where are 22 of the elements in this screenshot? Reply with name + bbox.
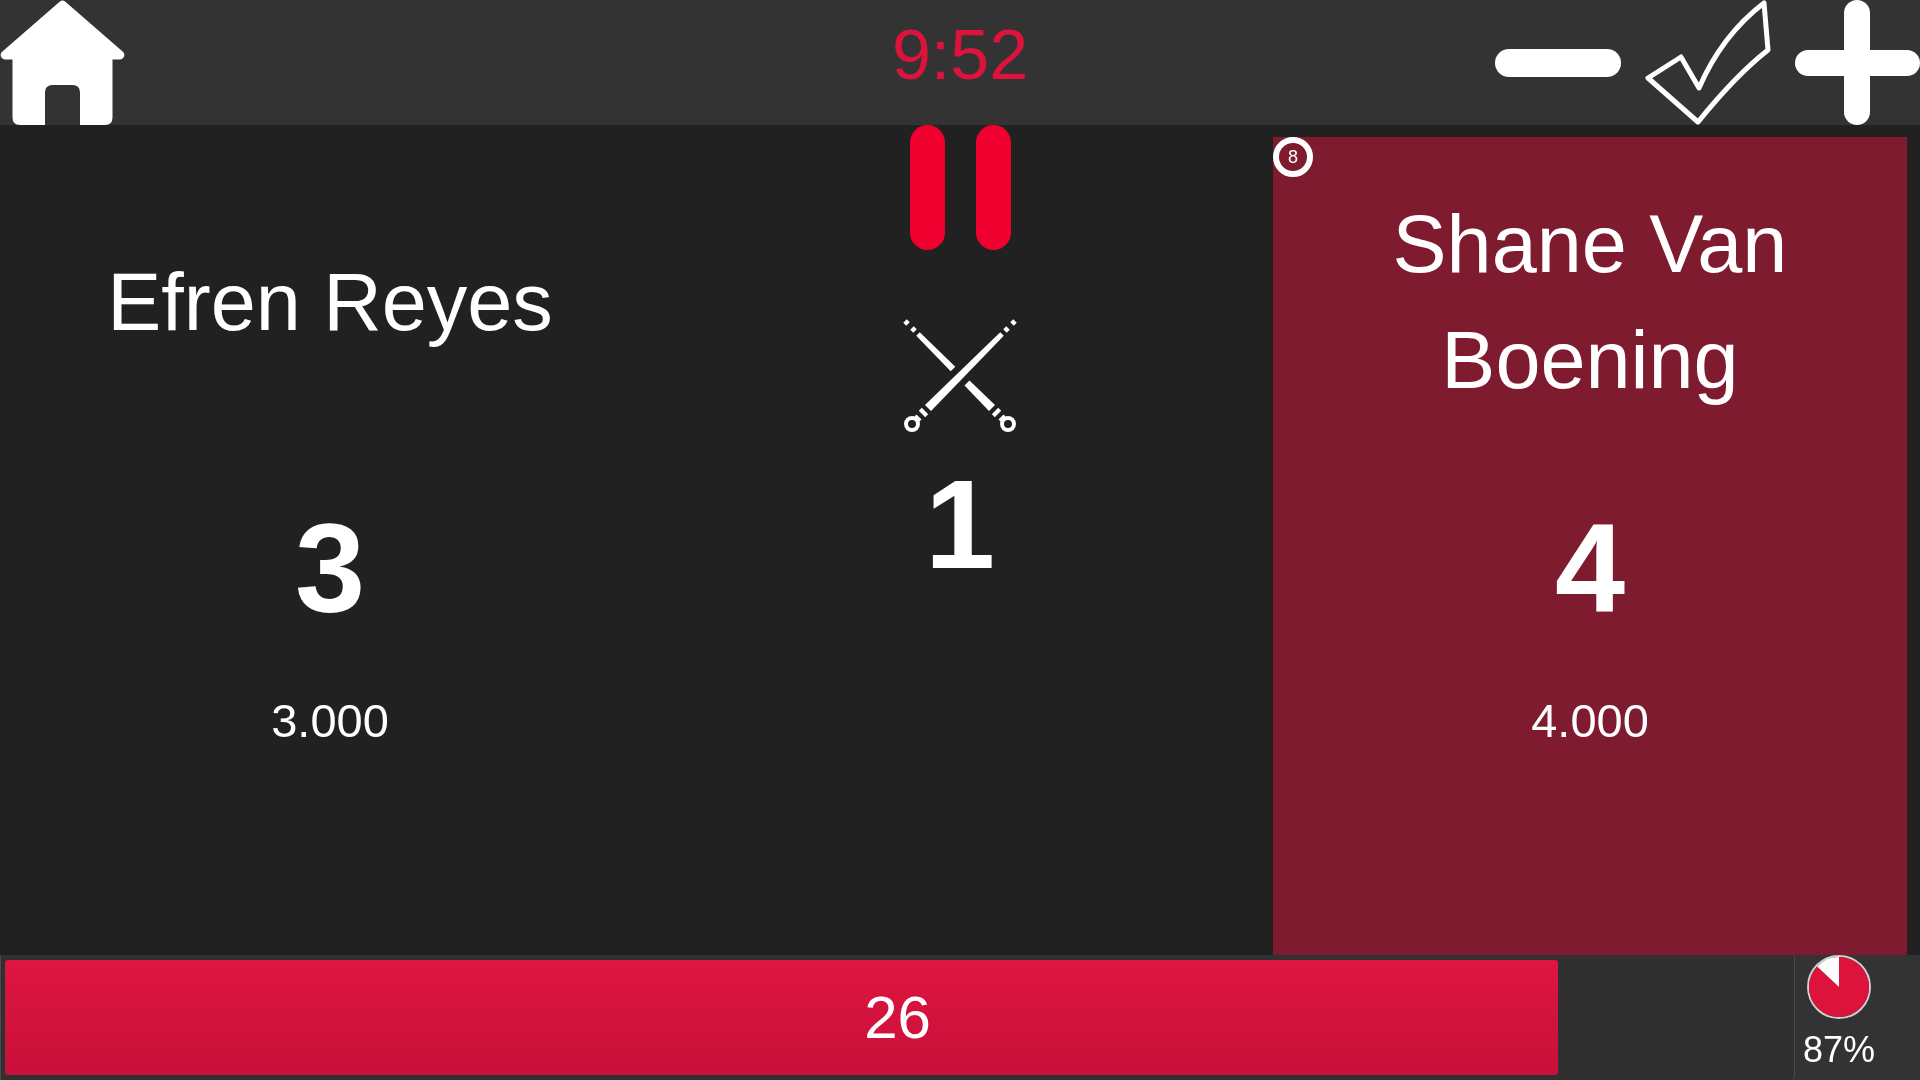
player-name: Shane Van Boening — [1391, 198, 1789, 407]
home-icon — [0, 0, 125, 125]
pie-reading: 87% — [1802, 1032, 1876, 1068]
ball-badge: 8 — [1273, 137, 1313, 177]
confirm-button[interactable] — [1644, 0, 1772, 125]
plus-icon — [1795, 0, 1920, 125]
player-score: 3 — [294, 506, 366, 632]
innings-count: 1 — [924, 462, 996, 588]
checkmark-icon — [1644, 0, 1772, 125]
player-name: Efren Reyes — [107, 256, 553, 349]
game-timer: 9:52 — [891, 20, 1029, 90]
player-average: 4.000 — [1531, 696, 1649, 744]
pause-icon — [909, 125, 1011, 250]
home-button[interactable] — [0, 0, 125, 125]
player-average: 3.000 — [271, 696, 389, 744]
plus-button[interactable] — [1795, 0, 1920, 125]
crossed-cues-icon — [902, 318, 1018, 434]
shot-clock-reading: 26 — [864, 987, 931, 1048]
minus-icon — [1495, 48, 1621, 77]
minus-button[interactable] — [1495, 48, 1621, 77]
pause-button[interactable] — [909, 125, 1011, 250]
player-score: 4 — [1554, 506, 1626, 632]
